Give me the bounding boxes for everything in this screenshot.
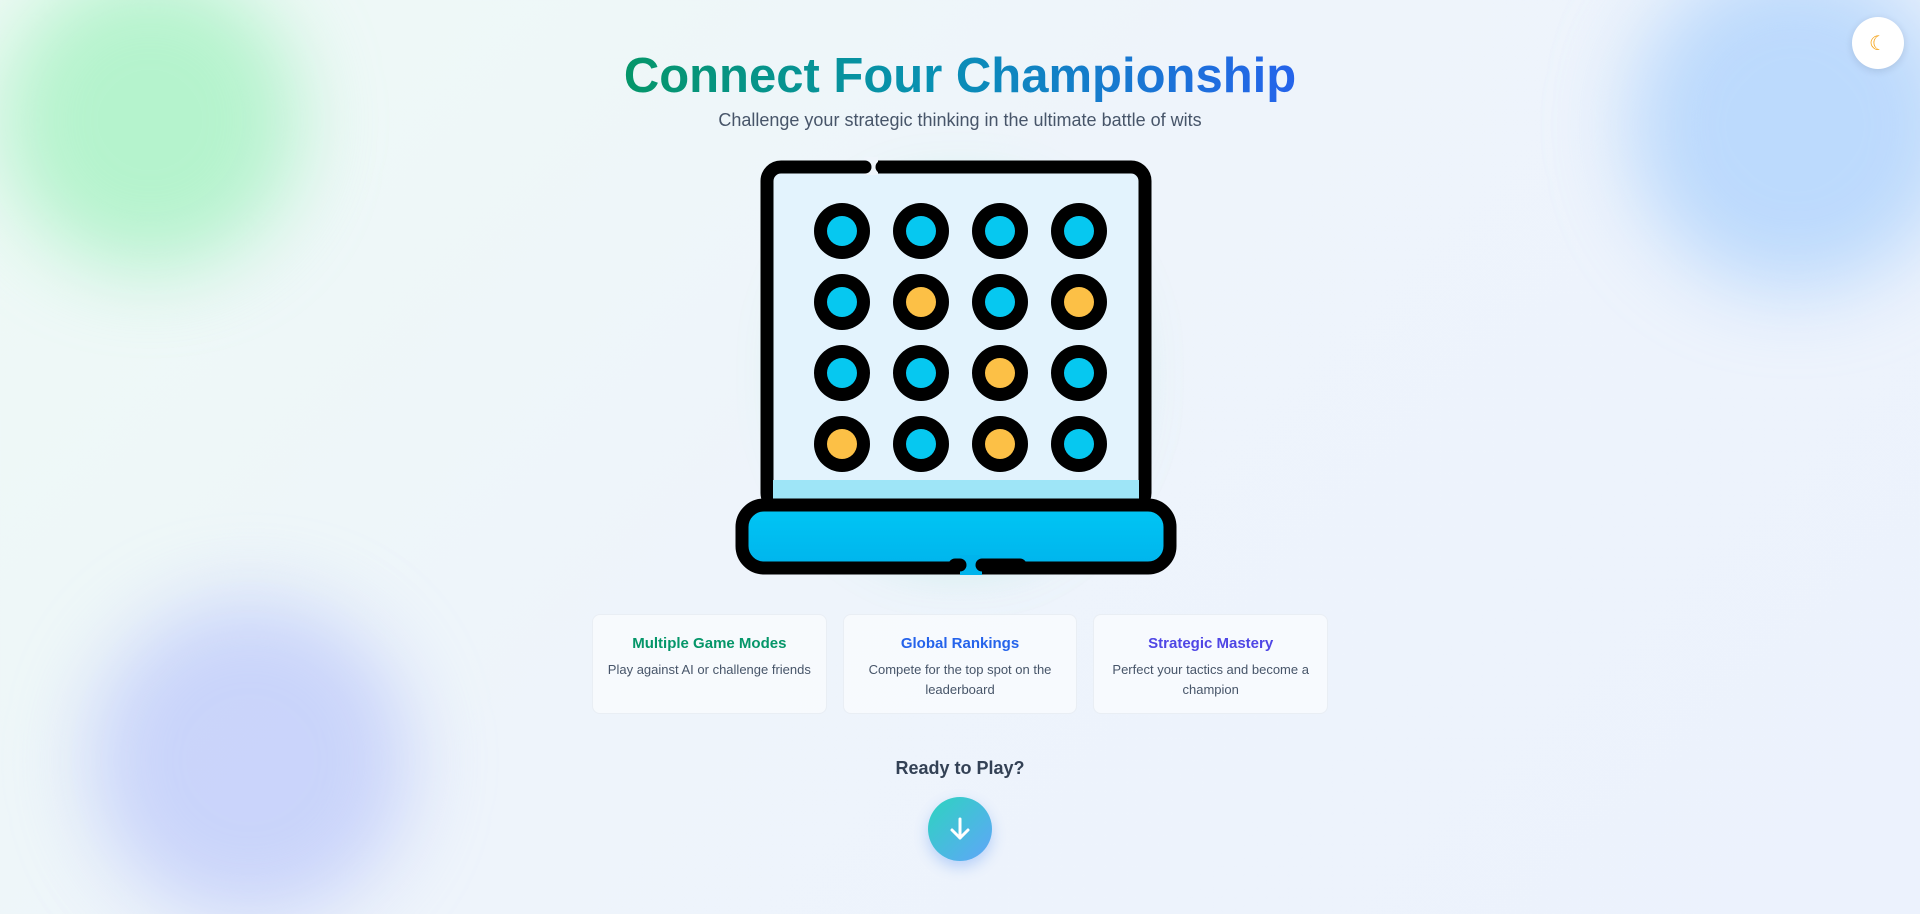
- board-piece-cyan: [985, 216, 1015, 246]
- board-piece-yellow: [1064, 287, 1094, 317]
- board-piece-cyan: [827, 358, 857, 388]
- background-blob-indigo: [90, 600, 410, 914]
- board-piece-yellow: [827, 429, 857, 459]
- board-svg: [735, 157, 1177, 575]
- page-title-text: Connect Four Championship: [623, 49, 1297, 103]
- feature-description: Compete for the top spot on the leaderbo…: [868, 662, 1052, 697]
- page-title: Connect Four Championship: [0, 46, 1920, 106]
- feature-title: Multiple Game Modes: [632, 635, 787, 652]
- feature-title: Strategic Mastery: [1148, 635, 1274, 652]
- background-blob-green: [0, 0, 300, 270]
- page-subtitle: Challenge your strategic thinking in the…: [718, 110, 1202, 130]
- board-piece-cyan: [1064, 358, 1094, 388]
- board-piece-yellow: [906, 287, 936, 317]
- arrow-down-icon: [950, 817, 970, 840]
- connect-four-illustration: [720, 155, 1200, 585]
- feature-card-global-rankings: Global Rankings Compete for the top spot…: [842, 614, 1078, 714]
- board-piece-yellow: [985, 358, 1015, 388]
- ready-to-play-label: Ready to Play?: [895, 758, 1025, 778]
- board-piece-cyan: [1064, 429, 1094, 459]
- board-piece-cyan: [827, 287, 857, 317]
- scroll-down-button[interactable]: [928, 797, 992, 861]
- board-piece-yellow: [985, 429, 1015, 459]
- board-piece-cyan: [906, 429, 936, 459]
- board-piece-cyan: [1064, 216, 1094, 246]
- features-section: Multiple Game Modes Play against AI or c…: [592, 614, 1329, 714]
- board-piece-cyan: [985, 287, 1015, 317]
- feature-card-game-modes: Multiple Game Modes Play against AI or c…: [592, 614, 827, 714]
- feature-title: Global Rankings: [900, 635, 1020, 652]
- board-piece-cyan: [827, 216, 857, 246]
- feature-description: Perfect your tactics and become a champi…: [1112, 662, 1309, 697]
- board-piece-cyan: [906, 216, 936, 246]
- feature-card-strategic-mastery: Strategic Mastery Perfect your tactics a…: [1093, 614, 1329, 714]
- board-piece-cyan: [906, 358, 936, 388]
- feature-description: Play against AI or challenge friends: [607, 662, 811, 677]
